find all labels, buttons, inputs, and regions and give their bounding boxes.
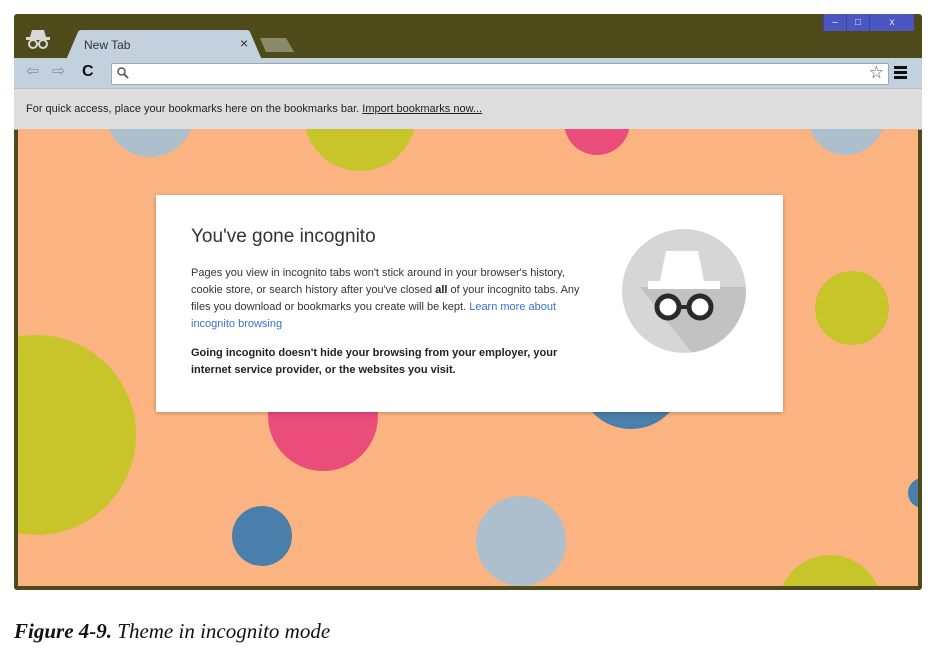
omnibox[interactable]: ☆ bbox=[111, 63, 889, 85]
theme-dot bbox=[476, 496, 566, 586]
theme-dot bbox=[106, 129, 194, 157]
figure-label: Figure 4-9. bbox=[14, 619, 113, 643]
theme-dot bbox=[18, 335, 136, 535]
bookmarks-bar-message: For quick access, place your bookmarks h… bbox=[26, 103, 482, 115]
incognito-description: Pages you view in incognito tabs won't s… bbox=[191, 265, 596, 333]
import-bookmarks-link[interactable]: Import bookmarks now... bbox=[362, 103, 482, 115]
address-input[interactable] bbox=[134, 66, 858, 84]
forward-arrow-icon[interactable]: ⇨ bbox=[52, 64, 65, 80]
theme-dot bbox=[304, 129, 416, 171]
minimize-button[interactable]: – bbox=[823, 14, 846, 31]
theme-dot bbox=[564, 129, 630, 155]
menu-icon[interactable] bbox=[894, 66, 907, 81]
description-bold-all: all bbox=[435, 284, 448, 296]
incognito-page: You've gone incognito Pages you view in … bbox=[18, 129, 918, 586]
tab-title: New Tab bbox=[84, 38, 131, 52]
incognito-card: You've gone incognito Pages you view in … bbox=[156, 195, 783, 412]
bookmarks-bar-text: For quick access, place your bookmarks h… bbox=[26, 103, 360, 115]
figure-caption: Figure 4-9. Theme in incognito mode bbox=[14, 619, 330, 644]
maximize-button[interactable]: □ bbox=[846, 14, 869, 31]
theme-dot bbox=[232, 506, 292, 566]
bookmark-star-icon[interactable]: ☆ bbox=[869, 63, 884, 83]
reload-icon[interactable]: C bbox=[82, 64, 94, 80]
theme-dot bbox=[808, 129, 884, 155]
figure-caption-text: Theme in incognito mode bbox=[117, 619, 331, 643]
page-title: You've gone incognito bbox=[191, 226, 376, 247]
incognito-warning: Going incognito doesn't hide your browsi… bbox=[191, 347, 558, 376]
toolbar: ⇦ ⇨ C ☆ bbox=[14, 58, 922, 88]
theme-dot bbox=[908, 478, 918, 508]
theme-dot bbox=[815, 271, 889, 345]
tab-new-tab[interactable]: New Tab × bbox=[66, 30, 262, 60]
tab-close-icon[interactable]: × bbox=[240, 36, 248, 50]
new-tab-button[interactable] bbox=[260, 38, 294, 52]
back-arrow-icon[interactable]: ⇦ bbox=[26, 64, 39, 80]
bookmarks-bar: For quick access, place your bookmarks h… bbox=[14, 88, 922, 130]
search-icon bbox=[117, 67, 129, 79]
incognito-logo-icon bbox=[26, 30, 50, 49]
incognito-spy-icon bbox=[622, 229, 746, 353]
window-controls: – □ x bbox=[823, 14, 914, 31]
close-window-button[interactable]: x bbox=[869, 14, 914, 31]
browser-window: – □ x New Tab × ⇦ ⇨ C ☆ For quick access… bbox=[14, 14, 922, 590]
theme-dot bbox=[778, 555, 882, 586]
